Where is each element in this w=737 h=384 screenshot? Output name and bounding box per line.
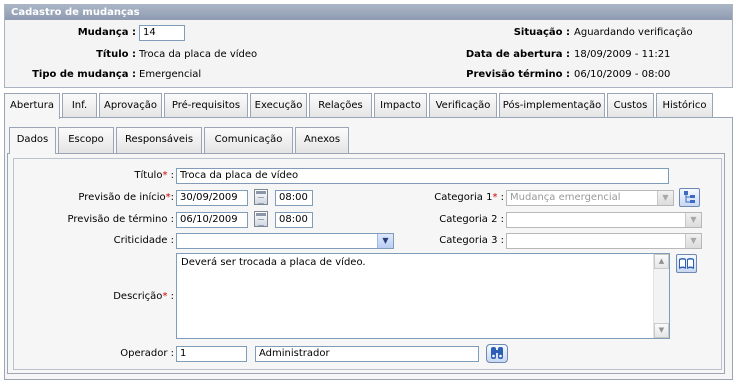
form-categoria2-label: Categoria 2 : xyxy=(439,214,504,225)
termino-time-input[interactable]: 08:00 xyxy=(275,212,313,228)
chevron-down-icon[interactable]: ▼ xyxy=(657,191,673,205)
tipo-mudanca-label: Tipo de mudança : xyxy=(32,69,136,80)
form-categoria1-label: Categoria 1* : xyxy=(434,192,504,203)
panel-title: Cadastro de mudanças xyxy=(5,5,732,20)
tab-aprovacao[interactable]: Aprovação xyxy=(99,93,162,118)
tab-execucao[interactable]: Execução xyxy=(250,93,307,118)
mudanca-label: Mudança : xyxy=(77,27,136,38)
subtab-comunicacao[interactable]: Comunicação xyxy=(204,127,293,153)
criticidade-select[interactable]: ▼ xyxy=(176,233,394,249)
inicio-time-input[interactable]: 08:00 xyxy=(275,190,313,206)
inicio-date-input[interactable]: 30/09/2009 xyxy=(176,190,248,206)
tab-inf[interactable]: Inf. xyxy=(62,93,97,118)
calendar-icon[interactable] xyxy=(254,189,268,205)
subtab-dados[interactable]: Dados xyxy=(9,127,56,154)
data-abertura-label: Data de abertura : xyxy=(465,49,570,60)
tab-pos-implementacao[interactable]: Pós-implementação xyxy=(499,93,605,118)
tipo-mudanca-value: Emergencial xyxy=(139,69,202,80)
chevron-down-icon[interactable]: ▼ xyxy=(377,234,393,248)
data-abertura-value: 18/09/2009 - 11:21 xyxy=(574,49,671,60)
book-icon[interactable] xyxy=(676,254,697,273)
tab-pre-requisitos[interactable]: Pré-requisitos xyxy=(164,93,248,118)
descricao-textarea[interactable]: Deverá ser trocada a placa de vídeo. ▲ ▼ xyxy=(176,253,670,339)
operador-name-input[interactable]: Administrador xyxy=(255,346,479,362)
operator-search-icon[interactable] xyxy=(486,344,508,363)
descricao-scrollbar[interactable]: ▲ ▼ xyxy=(653,254,669,338)
form-categoria3-label: Categoria 3 : xyxy=(439,235,504,246)
scroll-down-icon[interactable]: ▼ xyxy=(654,323,669,338)
chevron-down-icon[interactable]: ▼ xyxy=(685,213,701,227)
titulo-label: Título : xyxy=(96,49,136,60)
subtab-anexos[interactable]: Anexos xyxy=(295,127,349,153)
form-operador-label: Operador : xyxy=(120,348,174,359)
tab-abertura[interactable]: Abertura xyxy=(4,93,60,119)
required-marker: * xyxy=(162,170,168,181)
categoria2-select[interactable]: ▼ xyxy=(506,212,702,228)
previsao-termino-value: 06/10/2009 - 08:00 xyxy=(574,69,671,80)
previsao-termino-label: Previsão término : xyxy=(466,69,570,80)
tab-verificacao[interactable]: Verificação xyxy=(429,93,497,118)
operador-id-input[interactable]: 1 xyxy=(176,346,247,362)
category-tree-icon[interactable] xyxy=(679,188,700,207)
chevron-down-icon[interactable]: ▼ xyxy=(685,234,701,248)
tab-relacoes[interactable]: Relações xyxy=(309,93,372,118)
form-inicio-label: Previsão de início*: xyxy=(78,192,174,203)
termino-date-input[interactable]: 06/10/2009 xyxy=(176,212,248,228)
form-descricao-label: Descrição* : xyxy=(113,291,174,302)
subtab-escopo[interactable]: Escopo xyxy=(58,127,114,153)
required-marker: * xyxy=(162,291,168,302)
mudanca-number-field[interactable]: 14 xyxy=(139,25,185,41)
subtab-responsaveis[interactable]: Responsáveis xyxy=(116,127,202,153)
scroll-up-icon[interactable]: ▲ xyxy=(654,254,669,269)
form-termino-label: Previsão de término : xyxy=(67,214,174,225)
situacao-label: Situação : xyxy=(513,27,570,38)
situacao-value: Aguardando verificação xyxy=(574,27,693,38)
calendar-icon[interactable] xyxy=(254,211,268,227)
titulo-input[interactable]: Troca da placa de vídeo xyxy=(176,168,669,184)
required-marker: * xyxy=(492,192,498,203)
categoria3-select[interactable]: ▼ xyxy=(506,233,702,249)
tab-custos[interactable]: Custos xyxy=(607,93,654,118)
categoria1-select[interactable]: Mudança emergencial ▼ xyxy=(506,190,674,206)
form-criticidade-label: Criticidade : xyxy=(113,235,174,246)
change-header-panel: Cadastro de mudanças Mudança : 14 Título… xyxy=(4,4,733,88)
tab-historico[interactable]: Histórico xyxy=(656,93,713,118)
titulo-value: Troca da placa de vídeo xyxy=(139,49,258,60)
form-titulo-label: Título* : xyxy=(134,170,174,181)
tab-impacto[interactable]: Impacto xyxy=(374,93,427,118)
